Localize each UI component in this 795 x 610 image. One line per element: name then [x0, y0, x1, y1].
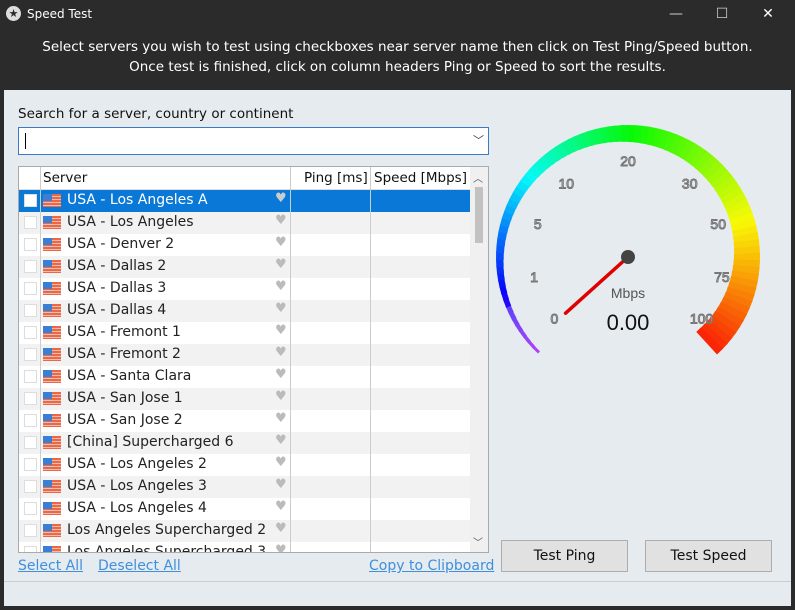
copy-to-clipboard-link[interactable]: Copy to Clipboard	[369, 558, 494, 574]
server-name: USA - San Jose 2	[67, 412, 183, 428]
server-name: Los Angeles Supercharged 3	[67, 544, 267, 553]
table-row[interactable]: USA - Los Angeles 3 ♥	[19, 476, 470, 498]
favorite-heart-icon[interactable]: ♥	[275, 411, 287, 426]
title-bar: ★ Speed Test — ☐ ✕	[0, 0, 795, 28]
gauge-tick-label: 30	[682, 175, 698, 191]
server-checkbox[interactable]	[24, 414, 37, 427]
server-checkbox[interactable]	[24, 392, 37, 405]
usa-flag-icon	[43, 414, 61, 427]
favorite-heart-icon[interactable]: ♥	[275, 455, 287, 470]
gauge-tick-label: 50	[710, 216, 726, 232]
table-row[interactable]: USA - Los Angeles 2 ♥	[19, 454, 470, 476]
gauge-tick-label: 100	[690, 311, 714, 327]
close-button[interactable]: ✕	[745, 2, 791, 26]
server-checkbox[interactable]	[24, 546, 37, 552]
instructions-line-1: Select servers you wish to test using ch…	[42, 39, 753, 55]
server-checkbox[interactable]	[24, 436, 37, 449]
favorite-heart-icon[interactable]: ♥	[275, 543, 287, 552]
scroll-down-icon[interactable]: ﹀	[473, 534, 483, 549]
table-row[interactable]: [China] Supercharged 6 ♥	[19, 432, 470, 454]
instructions-banner: Select servers you wish to test using ch…	[2, 28, 793, 90]
test-ping-button[interactable]: Test Ping	[501, 540, 628, 572]
usa-flag-icon	[43, 480, 61, 493]
speed-gauge: 0 1 5 10 20 30 50 75 100 Mbps 0.00	[496, 125, 760, 355]
server-name: USA - San Jose 1	[67, 390, 183, 406]
select-all-link[interactable]: Select All	[18, 558, 83, 574]
usa-flag-icon	[43, 546, 61, 552]
usa-flag-icon	[43, 524, 61, 537]
table-row[interactable]: USA - San Jose 2 ♥	[19, 410, 470, 432]
table-row[interactable]: Los Angeles Supercharged 2 ♥	[19, 520, 470, 542]
usa-flag-icon	[43, 458, 61, 471]
table-row[interactable]: USA - Los Angeles 4 ♥	[19, 498, 470, 520]
status-bar	[4, 581, 791, 606]
server-name: [China] Supercharged 6	[67, 434, 234, 450]
favorite-heart-icon[interactable]: ♥	[275, 477, 287, 492]
server-name: USA - Los Angeles 4	[67, 500, 207, 516]
gauge-tick-label: 0	[551, 311, 559, 327]
server-name: USA - Los Angeles 3	[67, 478, 207, 494]
window-title: Speed Test	[27, 7, 93, 21]
maximize-button[interactable]: ☐	[699, 2, 745, 26]
favorite-heart-icon[interactable]: ♥	[275, 389, 287, 404]
table-row[interactable]: Los Angeles Supercharged 3 ♥	[19, 542, 470, 553]
favorite-heart-icon[interactable]: ♥	[275, 499, 287, 514]
gauge-value: 0.00	[607, 310, 650, 335]
gauge-tick-label: 20	[620, 153, 636, 169]
gauge-tick-label: 75	[714, 269, 730, 285]
server-name: Los Angeles Supercharged 2	[67, 522, 267, 538]
favorite-heart-icon[interactable]: ♥	[275, 521, 287, 536]
server-checkbox[interactable]	[24, 480, 37, 493]
deselect-all-link[interactable]: Deselect All	[98, 558, 181, 574]
test-speed-button[interactable]: Test Speed	[645, 540, 772, 572]
usa-flag-icon	[43, 436, 61, 449]
usa-flag-icon	[43, 502, 61, 515]
gauge-tick-label: 5	[534, 216, 542, 232]
server-checkbox[interactable]	[24, 458, 37, 471]
server-checkbox[interactable]	[24, 524, 37, 537]
favorite-heart-icon[interactable]: ♥	[275, 433, 287, 448]
gauge-unit: Mbps	[611, 285, 645, 301]
usa-flag-icon	[43, 392, 61, 405]
main-panel: Search for a server, country or continen…	[4, 90, 791, 606]
gauge-tick-label: 1	[530, 269, 538, 285]
table-row[interactable]: USA - San Jose 1 ♥	[19, 388, 470, 410]
app-icon: ★	[6, 6, 21, 21]
server-name: USA - Los Angeles 2	[67, 456, 207, 472]
gauge-hub	[621, 250, 635, 264]
gauge-tick-label: 10	[559, 175, 575, 191]
instructions-line-2: Once test is finished, click on column h…	[129, 59, 666, 75]
server-checkbox[interactable]	[24, 502, 37, 515]
minimize-button[interactable]: —	[653, 2, 699, 26]
